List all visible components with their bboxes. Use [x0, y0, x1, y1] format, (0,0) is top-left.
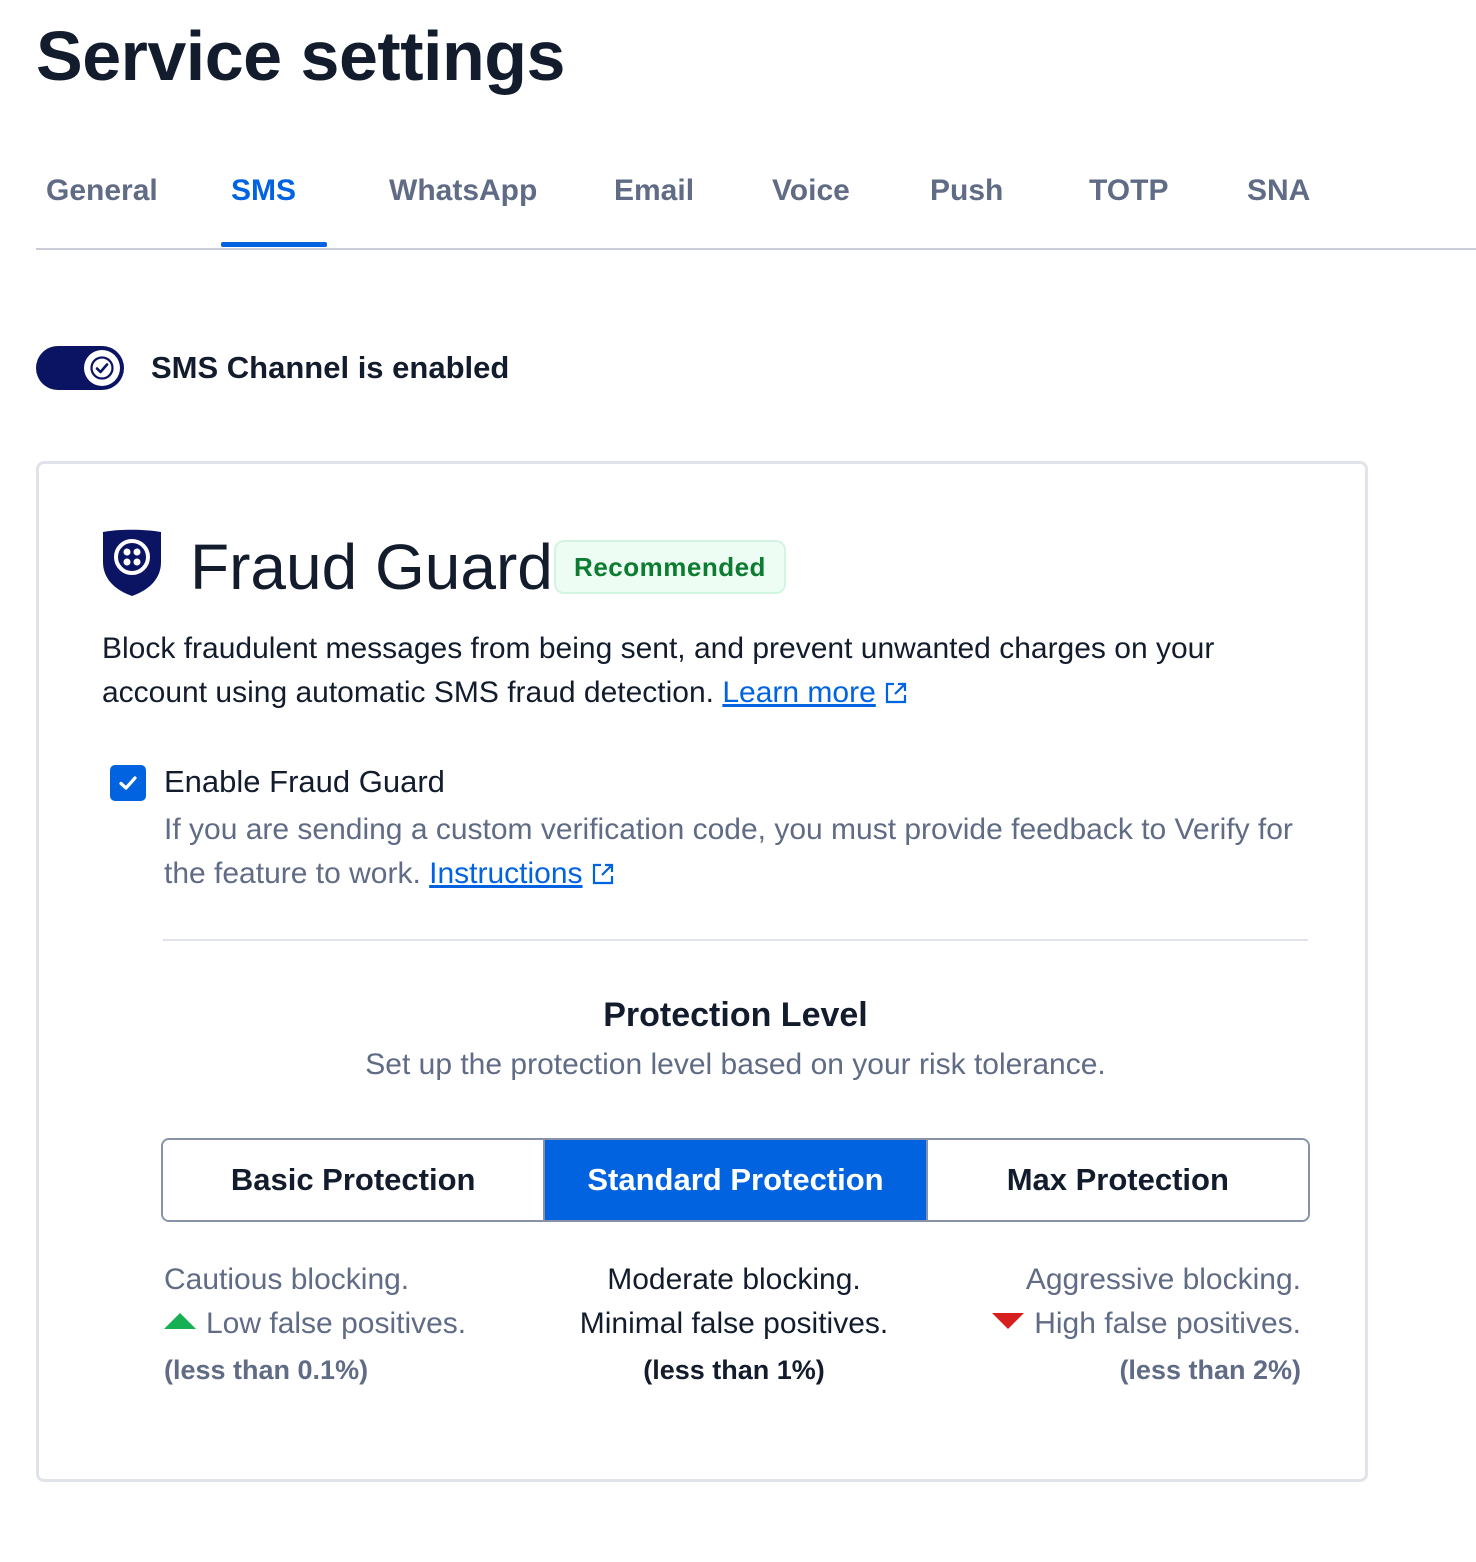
- protection-level-subtitle: Set up the protection level based on you…: [365, 1048, 1106, 1081]
- protection-level-title: Protection Level: [603, 996, 868, 1034]
- check-icon: [119, 776, 137, 790]
- tab-sms[interactable]: SMS: [231, 174, 296, 208]
- standard-line2: Minimal false positives.: [579, 1307, 889, 1340]
- enable-fraud-guard-label[interactable]: Enable Fraud Guard: [164, 764, 445, 800]
- max-percentage: (less than 2%): [1119, 1355, 1301, 1385]
- tab-totp[interactable]: TOTP: [1089, 174, 1168, 208]
- standard-protection-button[interactable]: Standard Protection: [543, 1140, 926, 1220]
- tab-email[interactable]: Email: [614, 174, 694, 208]
- section-divider: [163, 939, 1308, 941]
- standard-line1: Moderate blocking.: [607, 1263, 861, 1296]
- active-tab-indicator: [221, 242, 327, 247]
- basic-line1: Cautious blocking.: [164, 1263, 410, 1296]
- shield-icon: [103, 529, 161, 596]
- fraud-guard-title: Fraud Guard: [190, 531, 553, 603]
- tab-voice[interactable]: Voice: [772, 174, 850, 208]
- max-line1: Aggressive blocking.: [1025, 1263, 1301, 1296]
- protection-level-selector: Basic Protection Standard Protection Max…: [161, 1138, 1310, 1222]
- external-link-icon[interactable]: [591, 862, 615, 886]
- tab-sna[interactable]: SNA: [1247, 174, 1310, 208]
- tab-general[interactable]: General: [46, 174, 158, 208]
- tab-bar: General SMS WhatsApp Email Voice Push TO…: [36, 150, 1476, 250]
- max-line2-row: High false positives.: [992, 1302, 1301, 1346]
- basic-percentage: (less than 0.1%): [164, 1355, 369, 1385]
- max-line2: High false positives.: [1034, 1307, 1301, 1340]
- fraud-guard-help-text: If you are sending a custom verification…: [164, 808, 1314, 896]
- sms-channel-toggle[interactable]: [36, 346, 124, 390]
- standard-protection-details: Moderate blocking. Minimal false positiv…: [534, 1258, 934, 1392]
- basic-protection-button[interactable]: Basic Protection: [163, 1140, 544, 1220]
- max-protection-button[interactable]: Max Protection: [925, 1140, 1308, 1220]
- max-protection-details: Aggressive blocking. High false positive…: [992, 1258, 1301, 1392]
- sms-channel-status-label: SMS Channel is enabled: [151, 350, 510, 385]
- tab-whatsapp[interactable]: WhatsApp: [389, 174, 537, 208]
- triangle-up-icon: [164, 1313, 196, 1329]
- basic-line2-row: Low false positives.: [164, 1302, 466, 1346]
- check-icon: [90, 356, 114, 380]
- triangle-down-icon: [992, 1313, 1025, 1329]
- external-link-icon[interactable]: [884, 681, 908, 705]
- enable-fraud-guard-checkbox[interactable]: [110, 765, 146, 801]
- basic-protection-details: Cautious blocking. Low false positives. …: [164, 1258, 466, 1392]
- page-title: Service settings: [36, 17, 565, 95]
- learn-more-link[interactable]: Learn more: [722, 676, 875, 709]
- standard-percentage: (less than 1%): [643, 1355, 825, 1385]
- recommended-badge: Recommended: [554, 540, 786, 594]
- description-text: Block fraudulent messages from being sen…: [102, 632, 1215, 709]
- help-text: If you are sending a custom verification…: [164, 813, 1293, 890]
- toggle-knob: [84, 350, 120, 386]
- service-settings-page: Service settings General SMS WhatsApp Em…: [0, 0, 1476, 1562]
- tab-push[interactable]: Push: [930, 174, 1003, 208]
- fraud-guard-description: Block fraudulent messages from being sen…: [102, 627, 1322, 715]
- instructions-link[interactable]: Instructions: [429, 857, 582, 890]
- basic-line2: Low false positives.: [206, 1307, 467, 1340]
